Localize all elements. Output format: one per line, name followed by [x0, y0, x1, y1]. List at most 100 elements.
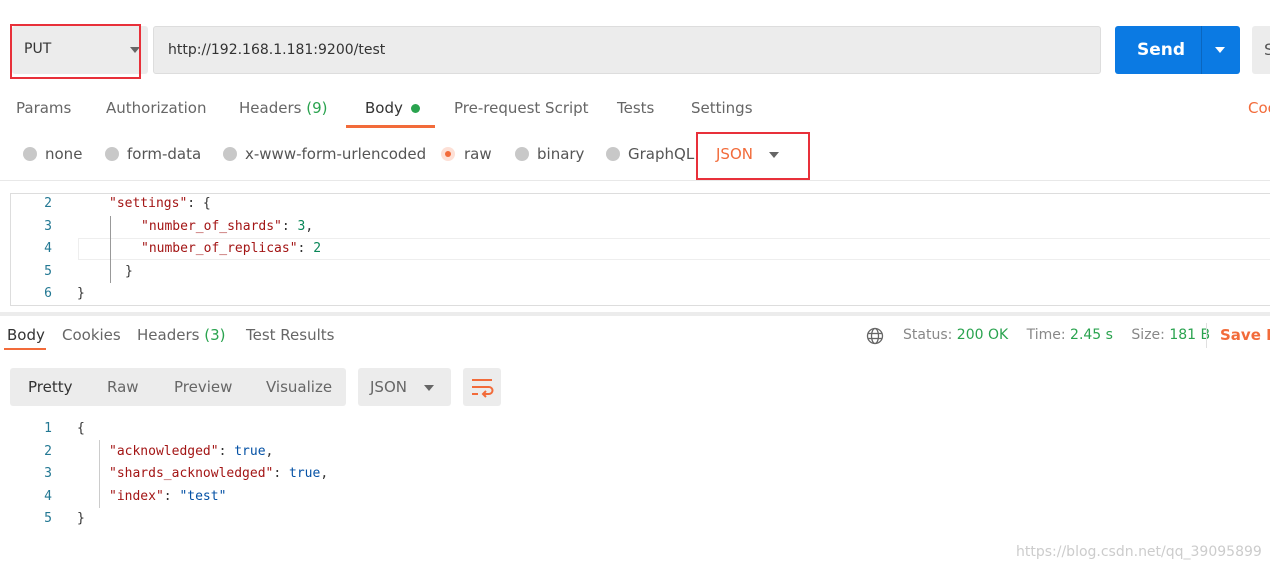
send-options-chevron-icon[interactable]	[1215, 47, 1225, 53]
code-token: }	[77, 286, 85, 301]
code-token: ,	[320, 466, 329, 481]
line-number: 6	[44, 286, 52, 301]
code-token: "number_of_shards"	[141, 218, 282, 234]
watermark: https://blog.csdn.net/qq_39095899	[1016, 544, 1262, 560]
cookies-link[interactable]: Coo	[1248, 99, 1270, 117]
line-number: 4	[44, 241, 52, 256]
code-line: "index": "test"	[109, 489, 226, 504]
code-token: ,	[305, 218, 314, 234]
view-mode-segment: Pretty Raw Preview Visualize	[10, 368, 346, 406]
headers-count: (9)	[306, 99, 328, 117]
response-tab-cookies[interactable]: Cookies	[62, 326, 121, 344]
code-token: "number_of_replicas"	[141, 241, 298, 256]
response-tab-body[interactable]: Body	[7, 326, 45, 344]
tab-params[interactable]: Params	[16, 99, 71, 117]
code-token: : {	[187, 196, 211, 211]
code-token: :	[163, 488, 180, 504]
save-response-button[interactable]: Save Re	[1220, 326, 1270, 344]
radio-urlencoded[interactable]	[223, 147, 237, 161]
code-token: "shards_acknowledged"	[109, 466, 274, 481]
view-mode-preview[interactable]: Preview	[174, 378, 232, 396]
radio-raw[interactable]	[441, 147, 455, 161]
code-token: "acknowledged"	[109, 443, 219, 459]
radio-form-data[interactable]	[105, 147, 119, 161]
radio-graphql[interactable]	[606, 147, 620, 161]
time-label: Time:	[1026, 327, 1066, 343]
response-tab-test-results[interactable]: Test Results	[246, 326, 334, 344]
line-number: 5	[44, 263, 52, 279]
view-mode-raw[interactable]: Raw	[107, 378, 139, 396]
code-token: }	[77, 511, 85, 526]
pane-divider[interactable]	[0, 312, 1270, 316]
code-token: true	[289, 466, 321, 481]
tab-label: Body	[365, 99, 403, 117]
code-line: }	[77, 511, 85, 526]
code-token: "settings"	[109, 196, 188, 211]
code-line: "settings": {	[109, 196, 211, 211]
line-number: 2	[44, 196, 52, 211]
tab-pre-request-script[interactable]: Pre-request Script	[454, 99, 589, 117]
code-token: :	[218, 443, 235, 459]
code-token: "index"	[109, 488, 164, 504]
active-tab-underline	[4, 348, 46, 350]
code-token: :	[297, 241, 314, 256]
code-line: }	[77, 286, 85, 301]
radio-label-raw: raw	[464, 145, 492, 163]
tab-label: Headers	[137, 326, 200, 344]
url-input[interactable]: http://192.168.1.181:9200/test	[153, 26, 1101, 74]
code-line: "shards_acknowledged": true,	[109, 466, 328, 481]
headers-count: (3)	[204, 326, 226, 344]
radio-label-urlencoded: x-www-form-urlencoded	[245, 145, 427, 163]
wrap-icon	[472, 379, 494, 398]
indent-guide	[110, 216, 111, 283]
code-token: :	[273, 466, 290, 481]
wrap-lines-button[interactable]	[463, 368, 501, 406]
response-meta: Status: 200 OK Time: 2.45 s Size: 181 B	[903, 327, 1210, 343]
highlight-box-method	[10, 24, 141, 79]
status-value: 200 OK	[956, 327, 1009, 343]
line-number: 3	[44, 218, 52, 234]
response-tab-headers[interactable]: Headers (3)	[137, 326, 225, 344]
radio-none[interactable]	[23, 147, 37, 161]
line-number: 5	[44, 511, 52, 526]
tab-settings[interactable]: Settings	[691, 99, 753, 117]
highlight-box-format	[696, 132, 810, 180]
code-line: "number_of_replicas": 2	[141, 241, 321, 256]
chevron-down-icon	[424, 385, 434, 391]
line-number: 1	[44, 421, 52, 436]
body-indicator-dot	[410, 104, 420, 113]
save-label: S	[1264, 40, 1270, 59]
code-line: {	[77, 421, 85, 436]
time-value: 2.45 s	[1070, 327, 1113, 343]
line-number: 3	[44, 466, 52, 481]
view-mode-visualize[interactable]: Visualize	[266, 378, 332, 396]
code-line: "acknowledged": true,	[109, 444, 273, 459]
indent-guide	[99, 440, 100, 508]
tab-tests[interactable]: Tests	[617, 99, 654, 117]
radio-label-binary: binary	[537, 145, 585, 163]
view-mode-pretty[interactable]: Pretty	[28, 378, 73, 396]
code-line: "number_of_shards": 3,	[141, 219, 313, 234]
response-format-value: JSON	[370, 378, 407, 396]
radio-label-none: none	[45, 145, 83, 163]
line-number: 4	[44, 488, 52, 504]
code-token: :	[281, 218, 298, 234]
tab-body[interactable]: Body	[365, 99, 420, 117]
tab-label: Headers	[239, 99, 302, 117]
status-label: Status:	[903, 327, 953, 343]
save-button[interactable]: S	[1252, 26, 1270, 74]
code-token: "test"	[179, 488, 227, 504]
tab-authorization[interactable]: Authorization	[106, 99, 206, 117]
send-button[interactable]: Send	[1115, 26, 1240, 74]
code-token: ,	[265, 443, 274, 459]
radio-binary[interactable]	[515, 147, 529, 161]
response-format-select[interactable]: JSON	[358, 368, 451, 406]
code-line: }	[125, 264, 133, 279]
code-token: {	[77, 421, 85, 436]
tab-headers[interactable]: Headers (9)	[239, 99, 327, 117]
globe-icon[interactable]	[866, 327, 884, 345]
line-number: 2	[44, 443, 52, 459]
active-tab-underline	[346, 125, 435, 128]
send-label: Send	[1137, 40, 1186, 60]
radio-label-graphql: GraphQL	[628, 145, 695, 163]
